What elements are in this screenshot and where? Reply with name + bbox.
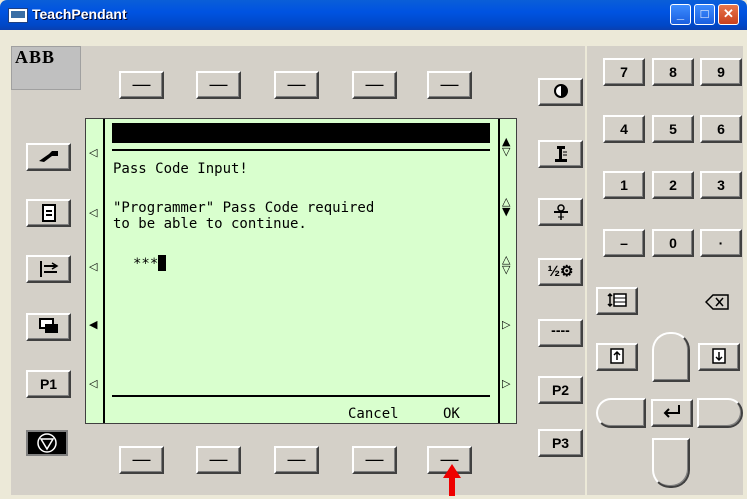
key-decimal[interactable]: · xyxy=(700,229,742,257)
arrow-up-button[interactable] xyxy=(652,332,690,382)
left-border-line xyxy=(103,119,105,423)
right-indicator-2: △ ▼ xyxy=(502,195,511,218)
softkey-2[interactable]: — xyxy=(196,446,241,474)
title-bar[interactable]: TeachPendant _ □ ✕ xyxy=(0,0,747,30)
p3-button[interactable]: P3 xyxy=(538,429,583,457)
key-2[interactable]: 2 xyxy=(652,171,694,199)
p1-button[interactable]: P1 xyxy=(26,370,71,398)
dialog-message-line1: "Programmer" Pass Code required xyxy=(113,200,375,216)
page-down-icon xyxy=(712,348,726,364)
function-key-4[interactable]: — xyxy=(352,71,397,99)
minimize-button[interactable]: _ xyxy=(670,4,691,25)
header-rule xyxy=(112,149,490,151)
function-key-3[interactable]: — xyxy=(274,71,319,99)
function-key-2[interactable]: — xyxy=(196,71,241,99)
teachpendant-window: TeachPendant _ □ ✕ ABB — — — — — — — — —… xyxy=(0,0,747,499)
right-border-line xyxy=(498,119,500,423)
right-indicator-3: △ ▽ xyxy=(502,253,511,276)
enter-button[interactable] xyxy=(651,399,693,427)
footer-rule xyxy=(112,395,490,397)
softkey-4[interactable]: — xyxy=(352,446,397,474)
pendant-display: Pass Code Input! "Programmer" Pass Code … xyxy=(85,118,517,424)
more-button[interactable]: ---- xyxy=(538,319,583,347)
backspace-icon xyxy=(705,294,729,310)
page-up-icon xyxy=(610,348,624,364)
function-key-1[interactable]: — xyxy=(119,71,164,99)
program-editor-icon xyxy=(41,204,56,222)
key-0[interactable]: 0 xyxy=(652,229,694,257)
insert-line-button[interactable] xyxy=(596,287,638,315)
insert-line-icon xyxy=(607,292,627,308)
key-7[interactable]: 7 xyxy=(603,58,645,86)
key-3[interactable]: 3 xyxy=(700,171,742,199)
key-1[interactable]: 1 xyxy=(603,171,645,199)
right-indicator-5: ▷ xyxy=(502,377,511,390)
window-title: TeachPendant xyxy=(32,6,127,22)
window-stack-icon xyxy=(38,318,58,333)
maximize-button[interactable]: □ xyxy=(694,4,715,25)
display-header-bar xyxy=(112,123,490,143)
left-indicator-5: ◁ xyxy=(89,377,98,390)
enter-icon xyxy=(663,405,680,418)
annotation-arrow-shaft xyxy=(449,476,455,496)
misc-window-icon xyxy=(39,261,58,277)
motion-unit-icon xyxy=(554,146,567,162)
key-minus[interactable]: – xyxy=(603,229,645,257)
minimize-icon: _ xyxy=(676,6,685,21)
dialog-title: Pass Code Input! xyxy=(113,161,248,177)
key-6[interactable]: 6 xyxy=(700,115,742,143)
right-indicator-4: ▷ xyxy=(502,318,511,331)
window-stack-button[interactable] xyxy=(26,313,71,341)
key-8[interactable]: 8 xyxy=(652,58,694,86)
page-up-button[interactable] xyxy=(596,343,638,371)
increment-icon: ⚙ xyxy=(560,263,574,280)
left-indicator-4: ◀ xyxy=(89,318,98,331)
arrow-right-button[interactable] xyxy=(697,398,743,428)
misc-button[interactable] xyxy=(26,255,71,283)
jog-button[interactable] xyxy=(26,143,71,171)
softkey-3[interactable]: — xyxy=(274,446,319,474)
function-key-5[interactable]: — xyxy=(427,71,472,99)
increment-button[interactable]: ½⚙ xyxy=(538,258,583,286)
motion-unit-button[interactable] xyxy=(538,140,583,168)
right-indicator-1: ▲ ▽ xyxy=(502,135,511,158)
left-indicator-2: ◁ xyxy=(89,206,98,219)
abb-logo: ABB xyxy=(11,46,81,90)
left-indicator-1: ◁ xyxy=(89,146,98,159)
jog-icon xyxy=(38,151,58,162)
close-button[interactable]: ✕ xyxy=(718,4,739,25)
arrow-down-button[interactable] xyxy=(652,438,690,488)
passcode-field[interactable]: *** xyxy=(133,255,167,272)
dialog-message-line2: to be able to continue. xyxy=(113,216,307,232)
program-button[interactable] xyxy=(26,199,71,227)
app-icon xyxy=(8,8,28,23)
maximize-icon: □ xyxy=(700,6,709,21)
left-indicator-3: ◁ xyxy=(89,260,98,273)
arrow-left-button[interactable] xyxy=(596,398,646,428)
key-4[interactable]: 4 xyxy=(603,115,645,143)
key-5[interactable]: 5 xyxy=(652,115,694,143)
contrast-icon xyxy=(553,84,568,98)
softkey-1[interactable]: — xyxy=(119,446,164,474)
key-9[interactable]: 9 xyxy=(700,58,742,86)
emergency-stop-icon xyxy=(37,433,57,453)
stop-button[interactable] xyxy=(26,430,68,456)
cancel-softkey-label[interactable]: Cancel xyxy=(348,406,399,422)
passcode-value: *** xyxy=(133,256,159,272)
close-icon: ✕ xyxy=(723,6,734,21)
ok-softkey-label[interactable]: OK xyxy=(443,406,460,422)
contrast-button[interactable] xyxy=(538,78,583,106)
tool-button[interactable] xyxy=(538,198,583,226)
backspace-button[interactable] xyxy=(696,289,738,315)
increment-label: ½ xyxy=(547,263,561,280)
page-down-button[interactable] xyxy=(698,343,740,371)
tool-icon xyxy=(553,204,568,220)
p2-button[interactable]: P2 xyxy=(538,376,583,404)
text-cursor xyxy=(158,255,167,271)
